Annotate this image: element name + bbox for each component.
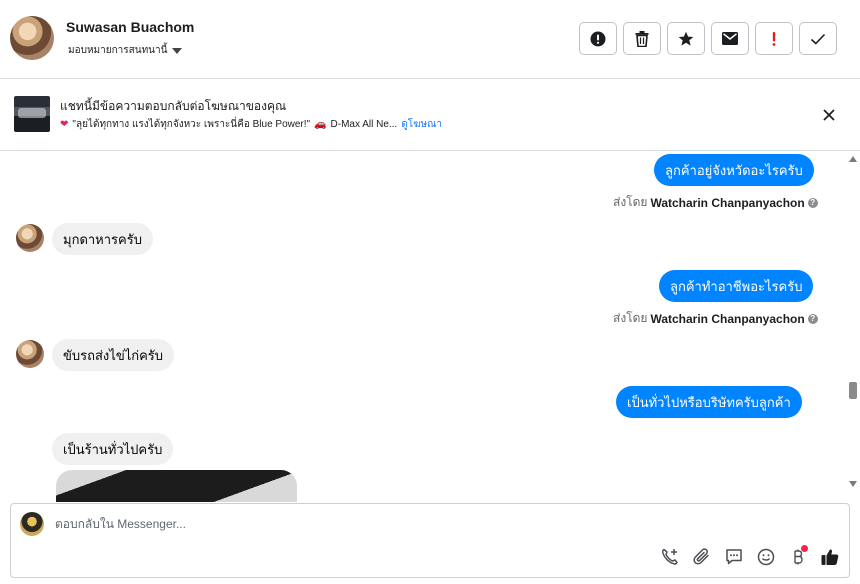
ad-banner-details: ❤ "ลุยได้ทุกทาง แรงได้ทุกจังหวะ เพราะนี่… [60,117,442,132]
page-avatar [20,512,44,536]
caret-down-icon [172,47,183,54]
chat-bubble-icon [726,549,742,565]
envelope-icon [722,32,738,45]
attach-button[interactable] [691,546,713,568]
phone-plus-icon [661,548,678,565]
saved-replies-button[interactable] [723,546,745,568]
ad-product: D-Max All Ne... [330,119,398,130]
outgoing-message[interactable]: ลูกค้าทำอาชีพอะไรครับ [659,270,814,302]
mark-unread-button[interactable] [711,22,749,55]
view-ad-link[interactable]: ดูโฆษณา [401,117,442,132]
incoming-message[interactable]: เป็นร้านทั่วไปครับ [52,433,174,465]
call-button[interactable] [659,546,681,568]
alert-circle-icon [590,31,606,46]
scrollbar[interactable] [846,152,860,502]
star-button[interactable] [667,22,705,55]
info-icon[interactable]: ? [807,197,818,208]
heart-emoji-icon: ❤ [60,119,69,130]
sent-by-prefix: ส่งโดย [613,195,648,209]
sender-name: Watcharin Chanpanyachon [650,195,805,210]
notification-dot [801,545,808,552]
contact-avatar-small [16,224,44,252]
conversation-actions [579,22,837,55]
checkmark-icon [810,33,826,45]
incoming-message[interactable]: ขับรถส่งไข่ไก่ครับ [52,339,175,371]
sent-by-label: ส่งโดย Watcharin Chanpanyachon ? [613,309,818,328]
scroll-down-arrow-icon[interactable] [849,481,857,487]
incoming-photo-attachment[interactable] [56,470,297,502]
exclamation-icon [772,31,776,46]
assign-label: มอบหมายการสนทนานี้ [68,45,168,56]
outgoing-message[interactable]: ลูกค้าอยู่จังหวัดอะไรครับ [654,154,814,186]
ad-banner-title: แชทนี้มีข้อความตอบกลับต่อโฆษณาของคุณ [60,99,287,113]
ad-text: "ลุยได้ทุกทาง แรงได้ทุกจังหวะ เพราะนี่คื… [72,119,311,130]
sent-by-label: ส่งโดย Watcharin Chanpanyachon ? [613,193,818,212]
star-icon [678,31,694,46]
message-composer [10,503,850,578]
message-thread[interactable]: ลูกค้าอยู่จังหวัดอะไรครับ ส่งโดย Watchar… [0,152,860,502]
like-button[interactable] [819,546,841,568]
emoji-button[interactable] [755,546,777,568]
mark-done-button[interactable] [799,22,837,55]
close-banner-button[interactable] [818,104,840,126]
sent-by-prefix: ส่งโดย [613,311,648,325]
contact-avatar[interactable] [10,16,54,60]
scroll-up-arrow-icon[interactable] [849,156,857,162]
delete-button[interactable] [623,22,661,55]
paperclip-icon [693,548,709,565]
assign-conversation-dropdown[interactable]: มอบหมายการสนทนานี้ [68,43,183,58]
conversation-header: Suwasan Buachom มอบหมายการสนทนานี้ [0,0,860,79]
car-emoji-icon: 🚗 [314,119,327,130]
contact-avatar-small [16,340,44,368]
info-icon[interactable]: ? [807,313,818,324]
report-spam-button[interactable] [579,22,617,55]
payment-button[interactable] [787,545,809,568]
composer-tools [659,545,841,568]
ad-reply-banner: แชทนี้มีข้อความตอบกลับต่อโฆษณาของคุณ ❤ "… [0,79,860,151]
ad-thumbnail[interactable] [14,96,50,132]
thumbs-up-icon [821,549,839,565]
trash-icon [635,30,649,47]
close-icon [823,109,835,121]
reply-input[interactable] [55,517,655,531]
scrollbar-thumb[interactable] [849,382,857,399]
outgoing-message[interactable]: เป็นทั่วไปหรือบริษัทครับลูกค้า [616,386,802,418]
smiley-icon [757,548,775,566]
mark-important-button[interactable] [755,22,793,55]
sender-name: Watcharin Chanpanyachon [650,311,805,326]
incoming-message[interactable]: มุกดาหารครับ [52,223,153,255]
contact-name[interactable]: Suwasan Buachom [66,19,194,35]
